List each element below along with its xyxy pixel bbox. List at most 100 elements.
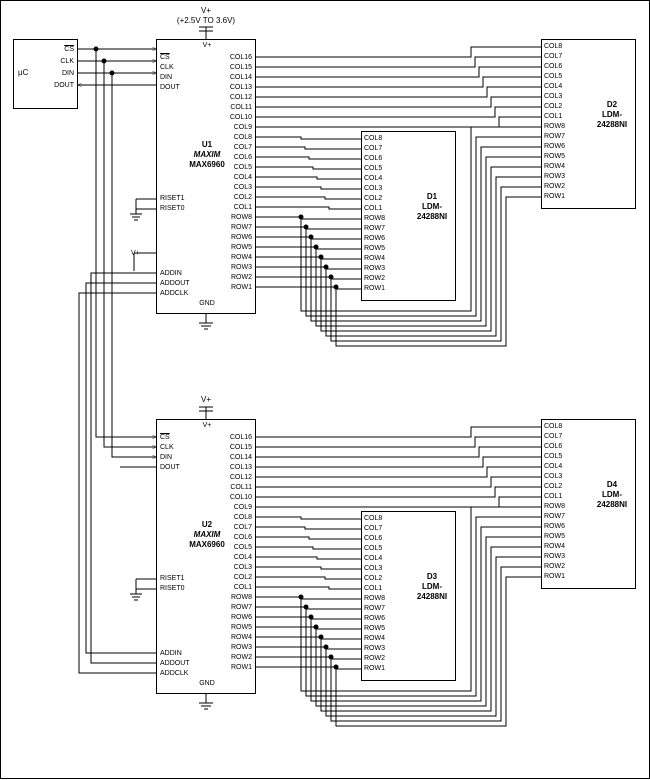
gnd-icon [199, 314, 213, 329]
d1-col5: COL5 [364, 165, 382, 172]
micro-name: µC [18, 68, 28, 77]
d2-row6: ROW6 [544, 143, 565, 150]
u2-col16: COL16 [230, 434, 252, 441]
d2-part2: 24288NI [592, 120, 632, 129]
u1-col9: COL9 [234, 124, 252, 131]
d1-row4: ROW4 [364, 255, 385, 262]
d2-col8: COL8 [544, 43, 562, 50]
u1-riset0: RISET0 [160, 205, 185, 212]
u1-addout: ADDOUT [160, 280, 190, 287]
d3-part: LDM- [412, 582, 452, 591]
u2-row2: ROW2 [231, 654, 252, 661]
d2-row4: ROW4 [544, 163, 565, 170]
d4-row2: ROW2 [544, 563, 565, 570]
d2-col4: COL4 [544, 83, 562, 90]
u2-col14: COL14 [230, 454, 252, 461]
d3-col3: COL3 [364, 565, 382, 572]
u2-col5: COL5 [234, 544, 252, 551]
u2-row3: ROW3 [231, 644, 252, 651]
d1-ref: D1 [412, 192, 452, 201]
u1-row4: ROW4 [231, 254, 252, 261]
u2-addout: ADDOUT [160, 660, 190, 667]
d1-col8: COL8 [364, 135, 382, 142]
power-vplus-label: V+ [186, 6, 226, 15]
u1-col5: COL5 [234, 164, 252, 171]
d3-row2: ROW2 [364, 655, 385, 662]
u1-col7: COL7 [234, 144, 252, 151]
u1-col11: COL11 [230, 104, 252, 111]
u2-row7: ROW7 [231, 604, 252, 611]
d4-col3: COL3 [544, 473, 562, 480]
d3-row8: ROW8 [364, 595, 385, 602]
u1-row3: ROW3 [231, 264, 252, 271]
d2-ref: D2 [592, 100, 632, 109]
u2-col15: COL15 [230, 444, 252, 451]
u2-row6: ROW6 [231, 614, 252, 621]
u2-row5: ROW5 [231, 624, 252, 631]
u1-addin: ADDIN [160, 270, 182, 277]
d1-row6: ROW6 [364, 235, 385, 242]
u2-riset0: RISET0 [160, 585, 185, 592]
schematic-canvas: V+ (+2.5V TO 3.6V) µC CS CLK DIN DOUT V+… [0, 0, 650, 779]
u2-col4: COL4 [234, 554, 252, 561]
d2-row2: ROW2 [544, 183, 565, 190]
u2-col6: COL6 [234, 534, 252, 541]
d2-row1: ROW1 [544, 193, 565, 200]
d3-row5: ROW5 [364, 625, 385, 632]
u1-col4: COL4 [234, 174, 252, 181]
u2-din: DIN [160, 454, 172, 461]
d4-part2: 24288NI [592, 500, 632, 509]
d4-col2: COL2 [544, 483, 562, 490]
d4-col7: COL7 [544, 433, 562, 440]
d3-col5: COL5 [364, 545, 382, 552]
d1-col6: COL6 [364, 155, 382, 162]
d3-row1: ROW1 [364, 665, 385, 672]
d2-row3: ROW3 [544, 173, 565, 180]
u2-clk: CLK [160, 444, 174, 451]
d2-col6: COL6 [544, 63, 562, 70]
u2-col10: COL10 [230, 494, 252, 501]
gnd-icon-u2 [199, 694, 213, 709]
d1-col1: COL1 [364, 205, 382, 212]
d3-ref: D3 [412, 572, 452, 581]
u2-dout: DOUT [160, 464, 180, 471]
d4-row7: ROW7 [544, 513, 565, 520]
d2-col2: COL2 [544, 103, 562, 110]
u1-gnd: GND [192, 300, 222, 307]
d3-col2: COL2 [364, 575, 382, 582]
d3-row3: ROW3 [364, 645, 385, 652]
power-range-label: (+2.5V TO 3.6V) [161, 16, 251, 25]
u1-col1: COL1 [234, 204, 252, 211]
micro-din: DIN [44, 70, 74, 77]
d1-row1: ROW1 [364, 285, 385, 292]
u1-col15: COL15 [230, 64, 252, 71]
d1-row5: ROW5 [364, 245, 385, 252]
u2-vplus-decouple: V+ [186, 395, 226, 404]
u1-top-vplus: V+ [192, 42, 222, 49]
u1-row8: ROW8 [231, 214, 252, 221]
d4-col5: COL5 [544, 453, 562, 460]
d2-col3: COL3 [544, 93, 562, 100]
u1-col3: COL3 [234, 184, 252, 191]
u2-gnd: GND [192, 680, 222, 687]
d2-col1: COL1 [544, 113, 562, 120]
u1-row7: ROW7 [231, 224, 252, 231]
d1-col2: COL2 [364, 195, 382, 202]
d3-row4: ROW4 [364, 635, 385, 642]
u1-din: DIN [160, 74, 172, 81]
u1-col12: COL12 [230, 94, 252, 101]
u2-cs: CS [160, 434, 170, 441]
d1-row8: ROW8 [364, 215, 385, 222]
micro-clk: CLK [44, 58, 74, 65]
u1-col14: COL14 [230, 74, 252, 81]
u1-addclk: ADDCLK [160, 290, 188, 297]
u1-col8: COL8 [234, 134, 252, 141]
d4-row1: ROW1 [544, 573, 565, 580]
u1-col2: COL2 [234, 194, 252, 201]
micro-dout: DOUT [44, 82, 74, 89]
d1-col4: COL4 [364, 175, 382, 182]
u1-clk: CLK [160, 64, 174, 71]
u1-col10: COL10 [230, 114, 252, 121]
u1-riset1: RISET1 [160, 195, 185, 202]
u2-top-vplus: V+ [192, 422, 222, 429]
